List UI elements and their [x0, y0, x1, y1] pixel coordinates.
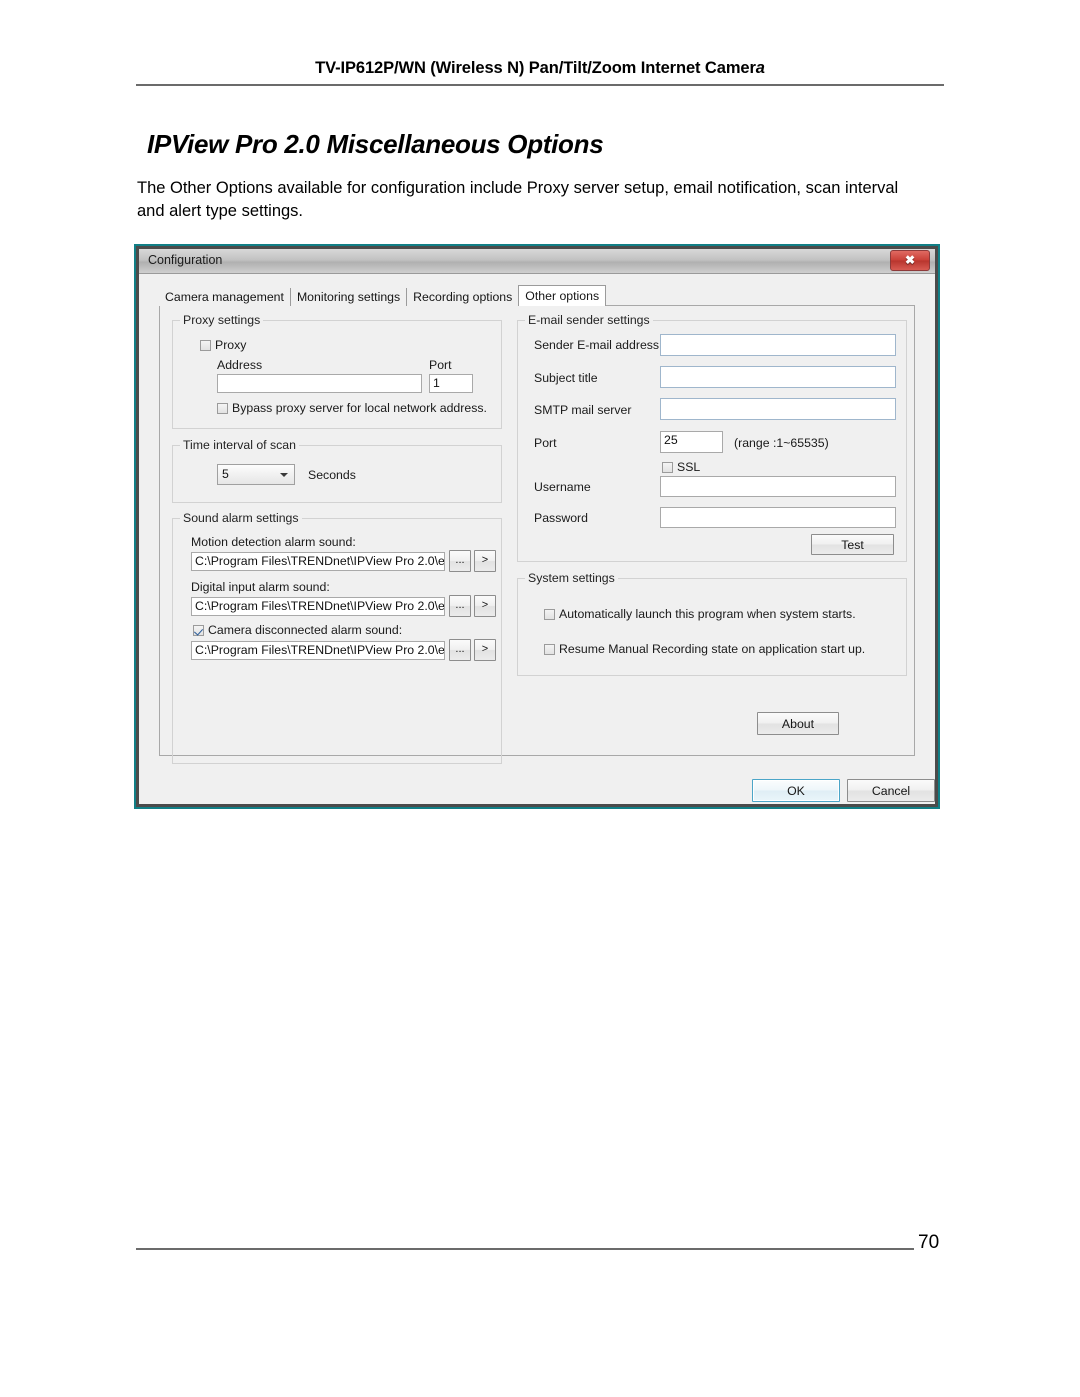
email-sender-group: E-mail sender settings Sender E-mail add… [517, 313, 907, 562]
password-input[interactable] [660, 507, 896, 528]
email-port-range-hint: (range :1~65535) [734, 436, 829, 450]
page-title: IPView Pro 2.0 Miscellaneous Options [147, 129, 604, 160]
dialog-titlebar[interactable]: Configuration ✖ [139, 249, 935, 274]
scan-interval-unit-label: Seconds [308, 468, 356, 482]
email-sender-title: E-mail sender settings [525, 313, 653, 327]
running-head-tail: a [755, 59, 765, 77]
motion-alarm-play-button[interactable]: > [474, 550, 496, 572]
auto-launch-label: Automatically launch this program when s… [559, 607, 856, 621]
dialog-title: Configuration [148, 253, 223, 267]
time-interval-title: Time interval of scan [180, 438, 299, 452]
camera-disconnected-path-input[interactable]: C:\Program Files\TRENDnet\IPView Pro 2.0… [191, 641, 445, 660]
camera-disconnected-label: Camera disconnected alarm sound: [208, 623, 403, 637]
running-head-main: TV-IP612P/WN (Wireless N) Pan/Tilt/Zoom … [315, 59, 756, 77]
tabstrip: Camera management Monitoring settings Re… [159, 285, 607, 306]
ssl-label: SSL [677, 460, 701, 474]
page-number: 70 [918, 1232, 940, 1253]
proxy-port-label: Port [429, 358, 452, 372]
sound-alarm-group: Sound alarm settings Motion detection al… [172, 511, 502, 764]
header-divider [136, 84, 944, 86]
system-settings-group: System settings Automatically launch thi… [517, 571, 907, 676]
digital-input-alarm-path-input[interactable]: C:\Program Files\TRENDnet\IPView Pro 2.0… [191, 597, 445, 616]
tab-monitoring-settings[interactable]: Monitoring settings [290, 288, 408, 306]
dialog-frame: Configuration ✖ Camera management Monito… [136, 246, 938, 807]
digital-input-alarm-play-button[interactable]: > [474, 595, 496, 617]
checkbox-box [662, 461, 673, 473]
smtp-server-input[interactable] [660, 398, 896, 420]
about-button[interactable]: About [757, 712, 839, 735]
scan-interval-select[interactable]: 5 [217, 464, 295, 485]
proxy-checkbox-label: Proxy [215, 338, 247, 352]
chevron-down-icon [280, 473, 288, 477]
close-icon[interactable]: ✖ [890, 250, 930, 271]
proxy-port-input[interactable]: 1 [429, 374, 473, 393]
cancel-button[interactable]: Cancel [847, 779, 935, 802]
resume-recording-checkbox[interactable]: Resume Manual Recording state on applica… [544, 642, 865, 656]
scan-interval-value: 5 [222, 467, 229, 481]
digital-input-alarm-label: Digital input alarm sound: [191, 580, 330, 594]
username-label: Username [534, 480, 591, 494]
proxy-checkbox[interactable]: Proxy [200, 338, 246, 352]
camera-disconnected-browse-button[interactable]: ... [449, 639, 471, 661]
dialog-body: Camera management Monitoring settings Re… [139, 274, 935, 804]
tab-camera-management[interactable]: Camera management [159, 288, 291, 306]
ok-button[interactable]: OK [752, 779, 840, 802]
resume-recording-label: Resume Manual Recording state on applica… [559, 642, 866, 656]
motion-alarm-browse-button[interactable]: ... [449, 550, 471, 572]
motion-alarm-label: Motion detection alarm sound: [191, 535, 356, 549]
motion-alarm-path-input[interactable]: C:\Program Files\TRENDnet\IPView Pro 2.0… [191, 552, 445, 571]
smtp-server-label: SMTP mail server [534, 403, 632, 417]
digital-input-alarm-browse-button[interactable]: ... [449, 595, 471, 617]
time-interval-group: Time interval of scan 5 Seconds [172, 438, 502, 503]
sender-email-label: Sender E-mail address [534, 338, 660, 352]
sound-alarm-title: Sound alarm settings [180, 511, 302, 525]
configuration-dialog-screenshot: Configuration ✖ Camera management Monito… [134, 244, 940, 809]
bypass-proxy-checkbox[interactable]: Bypass proxy server for local network ad… [217, 401, 487, 415]
tab-panel-other-options: Proxy settings Proxy Address Port 1 Bypa… [159, 305, 915, 764]
running-head: TV-IP612P/WN (Wireless N) Pan/Tilt/Zoom … [0, 59, 1080, 78]
username-input[interactable] [660, 476, 896, 497]
password-label: Password [534, 511, 588, 525]
sender-email-input[interactable] [660, 334, 896, 356]
subject-title-label: Subject title [534, 371, 598, 385]
camera-disconnected-checkbox[interactable]: Camera disconnected alarm sound: [193, 623, 402, 637]
tab-recording-options[interactable]: Recording options [407, 288, 520, 306]
auto-launch-checkbox[interactable]: Automatically launch this program when s… [544, 607, 856, 621]
checkbox-box [544, 608, 555, 620]
proxy-address-label: Address [217, 358, 263, 372]
footer-divider [136, 1248, 914, 1250]
system-settings-title: System settings [525, 571, 618, 585]
email-port-input[interactable]: 25 [660, 431, 723, 453]
tab-other-options[interactable]: Other options [518, 285, 607, 306]
proxy-settings-group: Proxy settings Proxy Address Port 1 Bypa… [172, 313, 502, 429]
checkbox-box [544, 643, 555, 655]
test-email-button[interactable]: Test [811, 534, 894, 555]
email-port-label: Port [534, 436, 557, 450]
proxy-address-input[interactable] [217, 374, 422, 393]
ssl-checkbox[interactable]: SSL [662, 460, 700, 474]
checkbox-box [193, 624, 204, 636]
proxy-settings-title: Proxy settings [180, 313, 264, 327]
intro-paragraph: The Other Options available for configur… [137, 178, 899, 221]
tab-container: Camera management Monitoring settings Re… [159, 285, 915, 764]
checkbox-box [200, 339, 211, 351]
checkbox-box [217, 402, 228, 414]
camera-disconnected-play-button[interactable]: > [474, 639, 496, 661]
subject-title-input[interactable] [660, 366, 896, 388]
bypass-proxy-label: Bypass proxy server for local network ad… [232, 401, 487, 415]
